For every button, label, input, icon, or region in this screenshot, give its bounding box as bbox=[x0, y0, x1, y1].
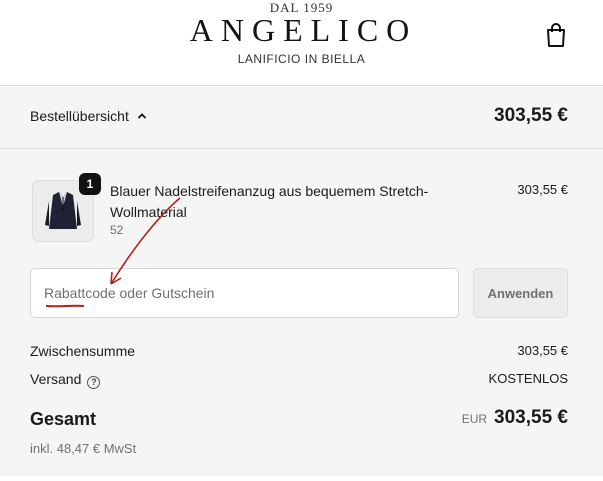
subtotal-label: Zwischensumme bbox=[30, 343, 136, 359]
brand-logo[interactable]: DAL 1959 ANGELICO LANIFICIO IN BIELLA bbox=[0, 0, 603, 86]
total-currency: EUR bbox=[461, 412, 488, 426]
help-circle-icon[interactable]: ? bbox=[87, 376, 101, 389]
shopping-bag-icon[interactable] bbox=[544, 22, 568, 48]
line-item: 1 Blauer Nadelstreifenanzug aus bequemem… bbox=[0, 149, 603, 259]
order-summary-toggle[interactable]: Bestellübersicht bbox=[30, 108, 147, 124]
shipping-label: Versand bbox=[30, 371, 82, 387]
logo-subtitle: LANIFICIO IN BIELLA bbox=[237, 52, 366, 66]
total-amount: EUR 303,55 € bbox=[462, 407, 568, 429]
chevron-up-icon bbox=[137, 113, 146, 119]
product-thumbnail: 1 bbox=[32, 173, 101, 242]
tax-note: inkl. 48,47 € MwSt bbox=[30, 441, 137, 456]
subtotal-value: 303,55 € bbox=[517, 343, 568, 358]
product-variant: 52 bbox=[110, 223, 124, 237]
site-header: DAL 1959 ANGELICO LANIFICIO IN BIELLA bbox=[0, 0, 603, 86]
product-name: Blauer Nadelstreifenanzug aus bequemem S… bbox=[110, 183, 429, 220]
summary-total: 303,55 € bbox=[494, 105, 568, 126]
subtotal-row: Zwischensumme 303,55 € bbox=[30, 343, 568, 359]
total-label: Gesamt bbox=[30, 409, 97, 429]
order-summary-bar: Bestellübersicht 303,55 € bbox=[0, 87, 603, 149]
logo-name: ANGELICO bbox=[189, 12, 418, 48]
discount-code-input[interactable] bbox=[30, 268, 459, 318]
shipping-row: Versand? KOSTENLOS bbox=[30, 371, 568, 389]
total-value: 303,55 € bbox=[494, 407, 568, 428]
apply-discount-button[interactable]: Anwenden bbox=[473, 268, 568, 318]
quantity-badge: 1 bbox=[79, 173, 101, 195]
product-price: 303,55 € bbox=[517, 182, 568, 197]
order-summary: Bestellübersicht 303,55 € 1 Blauer Nadel… bbox=[0, 87, 603, 476]
order-summary-label: Bestellübersicht bbox=[30, 108, 129, 124]
shipping-value: KOSTENLOS bbox=[488, 371, 568, 386]
